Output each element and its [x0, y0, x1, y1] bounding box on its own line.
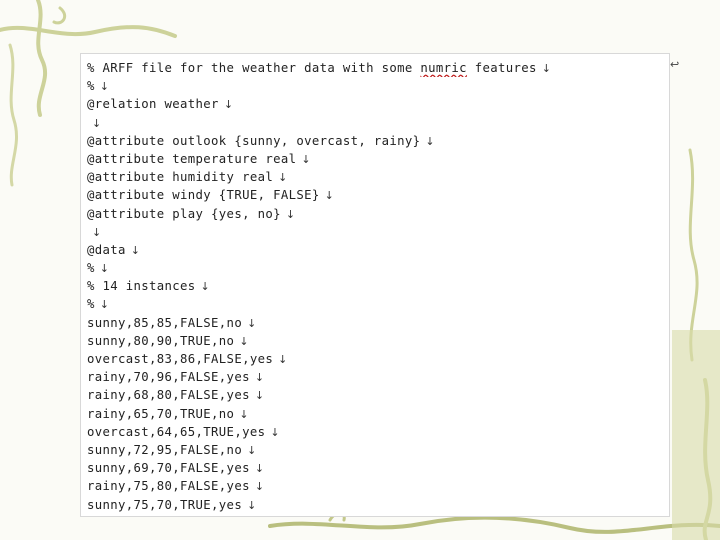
text-line: % ↓: [87, 259, 657, 277]
paragraph-mark-icon: ↓: [254, 371, 265, 385]
paragraph-mark-icon: ↓: [130, 243, 141, 257]
line-text: sunny,80,90,TRUE,no: [87, 333, 235, 348]
text-line: @attribute humidity real ↓: [87, 168, 657, 186]
text-line: sunny,80,90,TRUE,no ↓: [87, 332, 657, 350]
paragraph-mark-icon: ↓: [254, 389, 265, 403]
line-text: @data: [87, 242, 126, 257]
paragraph-mark-icon: ↓: [254, 480, 265, 494]
vine-left-vertical: [8, 43, 19, 187]
paragraph-mark-icon: ↓: [247, 498, 257, 512]
document-panel: % ARFF file for the weather data with so…: [80, 53, 670, 517]
line-text: % ARFF file for the weather data with so…: [87, 61, 421, 75]
text-line: % ARFF file for the weather data with so…: [87, 59, 657, 77]
line-text: @attribute play {yes, no}: [87, 206, 281, 221]
text-line: sunny,85,85,FALSE,no ↓: [87, 314, 657, 332]
paragraph-mark-icon: ↓: [239, 407, 249, 421]
text-line: rainy,70,96,FALSE,yes ↓: [87, 368, 657, 386]
text-line: sunny,75,70,TRUE,yes ↓: [87, 496, 657, 514]
line-text: %: [87, 297, 95, 312]
paragraph-mark-icon: ↓: [541, 62, 552, 75]
paragraph-mark-icon: ↓: [254, 462, 265, 476]
text-line: @attribute windy {TRUE, FALSE} ↓: [87, 186, 657, 204]
paragraph-mark-icon: ↓: [200, 280, 211, 294]
line-text: % 14 instances: [87, 279, 196, 294]
text-line: % 14 instances ↓: [87, 277, 657, 295]
text-line: ↓: [87, 223, 657, 241]
paragraph-mark-icon: ↓: [99, 80, 110, 94]
paragraph-mark-icon: ↓: [223, 98, 234, 112]
paragraph-mark-icon: ↓: [425, 134, 435, 148]
right-shadow-band: [672, 330, 720, 540]
vine-top-left-curl: [52, 6, 67, 25]
text-line: @data ↓: [87, 241, 657, 259]
paragraph-mark-icon: ↓: [239, 334, 249, 348]
line-text: @attribute windy {TRUE, FALSE}: [87, 188, 320, 203]
spellcheck-underlined-word: numric: [420, 61, 467, 75]
line-text: @attribute temperature real: [87, 151, 297, 166]
paragraph-mark-icon: ↓: [92, 116, 102, 130]
text-line: sunny,69,70,FALSE,yes ↓: [87, 459, 657, 477]
paragraph-mark-icon: ↓: [301, 152, 311, 166]
paragraph-mark-icon: ↓: [99, 298, 110, 312]
paragraph-mark-icon: ↓: [278, 353, 288, 366]
paragraph-mark-icon: ↓: [99, 262, 110, 276]
return-mark: ↩: [670, 58, 680, 71]
text-line: rainy,75,80,FALSE,yes ↓: [87, 477, 657, 495]
vine-top-left-horizontal: [0, 25, 177, 38]
text-line: ↓: [87, 114, 657, 132]
paragraph-mark-icon: ↓: [92, 225, 102, 239]
line-text: rainy,75,80,FALSE,yes: [87, 479, 250, 494]
text-line: @attribute outlook {sunny, overcast, rai…: [87, 132, 657, 150]
line-text: overcast,83,86,FALSE,yes: [87, 352, 274, 366]
paragraph-mark-icon: ↓: [270, 425, 280, 439]
paragraph-mark-icon: ↓: [278, 171, 288, 185]
text-line: % ↓: [87, 295, 657, 313]
paragraph-mark-icon: ↓: [324, 189, 335, 203]
text-line: @attribute temperature real ↓: [87, 150, 657, 168]
text-line: rainy,68,80,FALSE,yes ↓: [87, 386, 657, 404]
arff-text: % ARFF file for the weather data with so…: [87, 59, 657, 514]
line-text: @relation weather: [87, 97, 219, 112]
vine-top-left-vertical: [36, 0, 48, 117]
line-text: %: [87, 261, 95, 276]
line-text-tail: features: [466, 61, 537, 75]
line-text: sunny,69,70,FALSE,yes: [87, 461, 250, 476]
line-text: rainy,70,96,FALSE,yes: [87, 370, 250, 385]
line-text: sunny,85,85,FALSE,no: [87, 315, 243, 330]
paragraph-mark-icon: ↓: [247, 316, 257, 330]
line-text: %: [87, 79, 95, 94]
line-text: sunny,75,70,TRUE,yes: [87, 497, 243, 512]
vine-right-vertical: [688, 148, 699, 362]
line-text: @attribute outlook {sunny, overcast, rai…: [87, 133, 421, 148]
text-line: sunny,72,95,FALSE,no ↓: [87, 441, 657, 459]
text-line: rainy,65,70,TRUE,no ↓: [87, 405, 657, 423]
line-text: sunny,72,95,FALSE,no: [87, 442, 243, 457]
line-text: @attribute humidity real: [87, 170, 274, 185]
line-text: rainy,65,70,TRUE,no: [87, 406, 235, 421]
text-line: overcast,64,65,TRUE,yes ↓: [87, 423, 657, 441]
line-text: rainy,68,80,FALSE,yes: [87, 388, 250, 403]
paragraph-mark-icon: ↓: [285, 207, 296, 221]
text-line: % ↓: [87, 77, 657, 95]
text-line: @relation weather ↓: [87, 95, 657, 113]
line-text: overcast,64,65,TRUE,yes: [87, 424, 266, 439]
text-line: overcast,83,86,FALSE,yes ↓: [87, 350, 657, 368]
vine-bottom-horizontal: [268, 515, 720, 534]
text-line: @attribute play {yes, no} ↓: [87, 205, 657, 223]
paragraph-mark-icon: ↓: [247, 443, 257, 457]
